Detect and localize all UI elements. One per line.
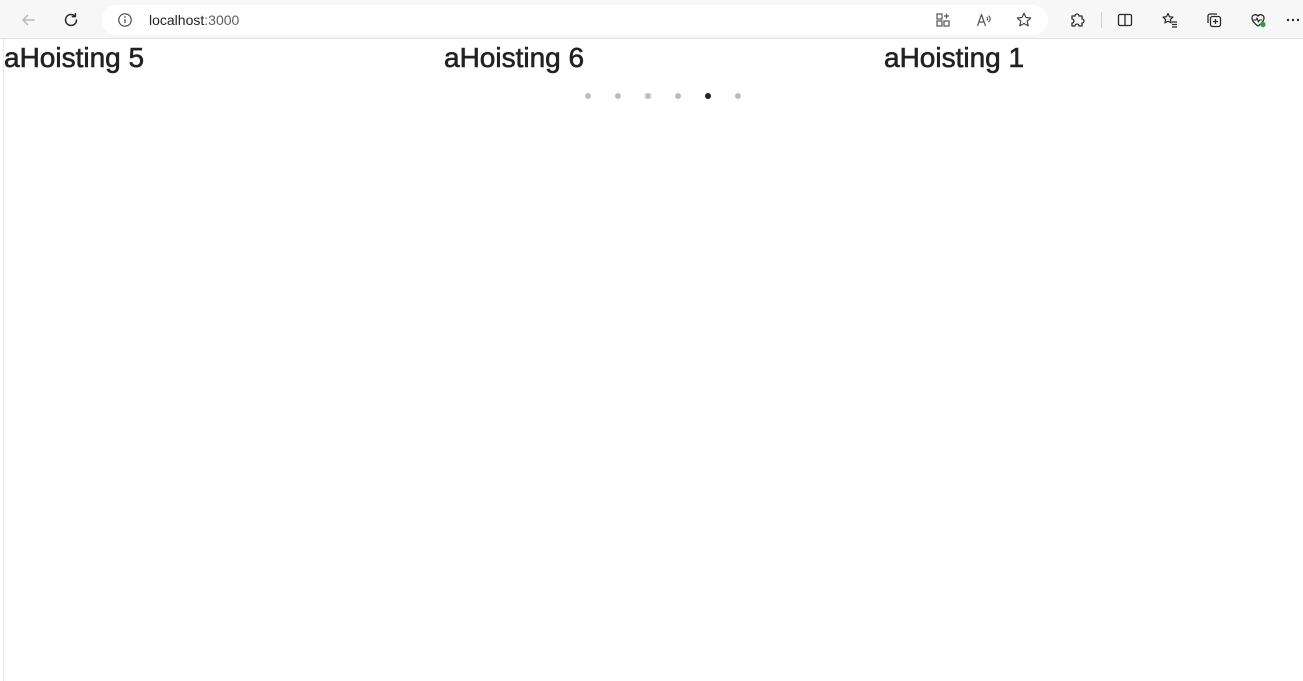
read-aloud-button[interactable]	[969, 5, 999, 35]
app-install-icon	[936, 13, 950, 27]
browser-essentials-button[interactable]	[1243, 5, 1273, 35]
split-screen-icon	[1117, 13, 1133, 27]
address-bar[interactable]: localhost:3000	[102, 5, 1048, 35]
more-button[interactable]	[1285, 5, 1303, 35]
browser-toolbar: localhost:3000	[0, 0, 1303, 39]
carousel-dot[interactable]	[645, 93, 651, 99]
url-port: :3000	[204, 12, 240, 28]
ellipsis-icon	[1286, 18, 1300, 22]
page-content: aHoisting 5 aHoisting 6 aHoisting 1	[3, 39, 1303, 681]
favorites-button[interactable]	[1155, 5, 1185, 35]
reload-button[interactable]	[56, 5, 86, 35]
slide-title: aHoisting 1	[884, 42, 1025, 74]
toolbar-divider	[1101, 12, 1102, 28]
reload-icon	[64, 12, 78, 27]
slide-title: aHoisting 6	[444, 42, 585, 74]
favorite-button[interactable]	[1009, 5, 1039, 35]
app-available-button[interactable]	[928, 5, 958, 35]
slide-title: aHoisting 5	[4, 42, 145, 74]
split-screen-button[interactable]	[1110, 5, 1140, 35]
collections-button[interactable]	[1199, 5, 1229, 35]
url-text[interactable]: localhost:3000	[149, 12, 239, 28]
carousel-dot[interactable]	[615, 93, 621, 99]
back-button[interactable]	[13, 5, 43, 35]
extensions-button[interactable]	[1062, 5, 1092, 35]
heart-pulse-icon	[1251, 14, 1266, 28]
carousel-dot[interactable]	[735, 93, 741, 99]
favorites-list-icon	[1162, 12, 1177, 28]
info-icon	[118, 13, 132, 27]
carousel-dot[interactable]	[675, 93, 681, 99]
carousel-dot[interactable]	[585, 93, 591, 99]
puzzle-icon	[1071, 13, 1085, 27]
read-aloud-icon	[976, 13, 991, 27]
site-info-button[interactable]	[116, 11, 134, 29]
carousel-dot[interactable]	[705, 93, 711, 99]
back-arrow-icon	[22, 14, 35, 26]
url-host: localhost	[149, 12, 205, 28]
collections-icon	[1207, 13, 1222, 28]
star-icon	[1016, 12, 1032, 27]
